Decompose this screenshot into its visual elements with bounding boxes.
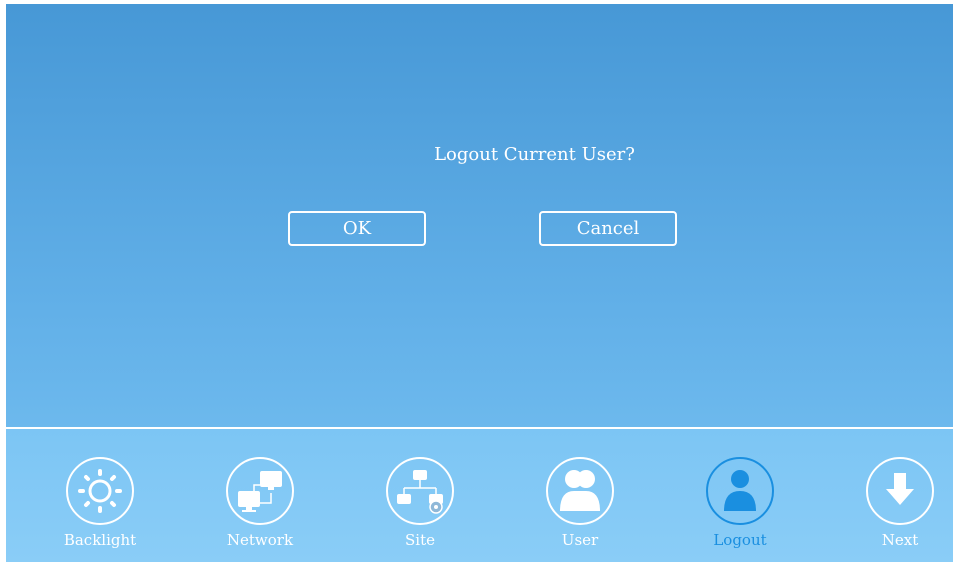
users-icon [546,457,614,525]
toolbar-item-label: Site [405,531,435,549]
sun-icon [66,457,134,525]
site-icon [386,457,454,525]
screen: Logout Current User? OK Cancel Backlight… [6,4,953,562]
logout-user-icon [706,457,774,525]
arrow-down-icon [866,457,934,525]
toolbar-item-label: Network [226,531,294,549]
toolbar-item-user[interactable]: User [525,457,635,557]
toolbar-item-label: Backlight [63,531,137,549]
toolbar-item-label: User [561,531,599,549]
toolbar-item-backlight[interactable]: Backlight [45,457,155,557]
toolbar-item-label: Next [881,531,919,549]
cancel-button[interactable]: Cancel [539,211,677,246]
dialog-title: Logout Current User? [434,144,635,165]
toolbar-item-label: Logout [713,531,767,549]
toolbar-item-network[interactable]: Network [205,457,315,557]
ok-button[interactable]: OK [288,211,426,246]
bottom-toolbar: Backlight Network Site User Logout Next [6,429,953,562]
toolbar-item-site[interactable]: Site [365,457,475,557]
toolbar-item-logout[interactable]: Logout [685,457,795,557]
network-icon [226,457,294,525]
toolbar-item-next[interactable]: Next [845,457,953,557]
